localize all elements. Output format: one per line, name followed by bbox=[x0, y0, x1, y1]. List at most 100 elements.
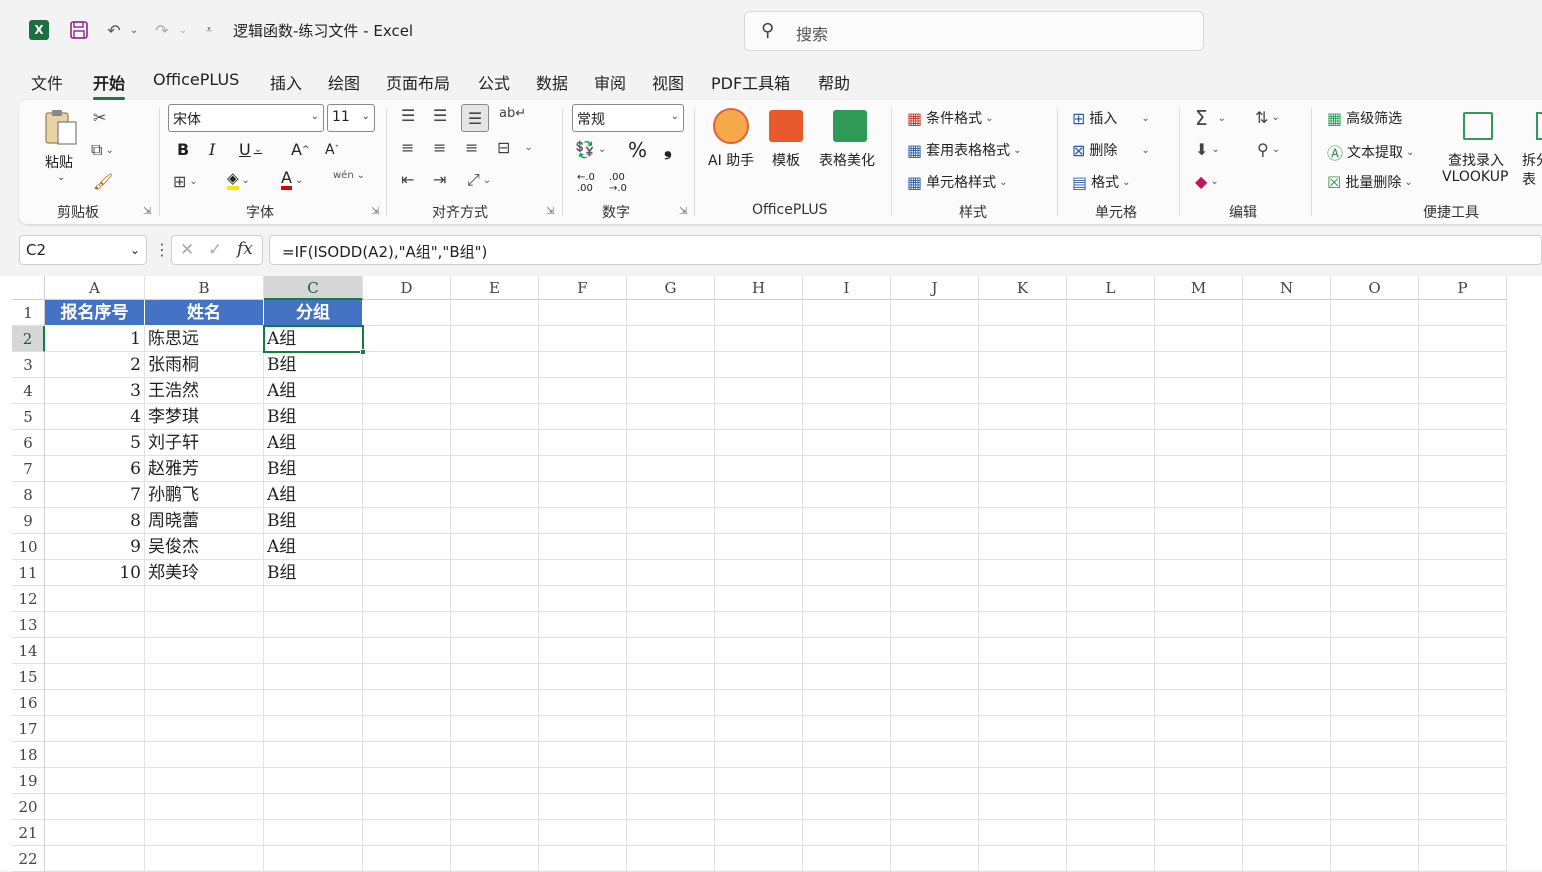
cell-f5[interactable] bbox=[539, 404, 627, 430]
cell-c6[interactable]: A组 bbox=[264, 430, 363, 456]
cell-c10[interactable]: A组 bbox=[264, 534, 363, 560]
cell-p7[interactable] bbox=[1419, 456, 1507, 482]
cell-a3[interactable]: 2 bbox=[45, 352, 145, 378]
cell-j22[interactable] bbox=[891, 846, 979, 872]
merge-center-icon[interactable]: ⊟ ⌄ bbox=[497, 138, 533, 157]
align-middle-icon[interactable]: ☰ bbox=[433, 106, 447, 125]
cell-p5[interactable] bbox=[1419, 404, 1507, 430]
cell-a22[interactable] bbox=[45, 846, 145, 872]
cell-l8[interactable] bbox=[1067, 482, 1155, 508]
cell-b17[interactable] bbox=[145, 716, 264, 742]
cell-p10[interactable] bbox=[1419, 534, 1507, 560]
formula-input[interactable]: =IF(ISODD(A2),"A组","B组") bbox=[269, 235, 1542, 265]
cell-m19[interactable] bbox=[1155, 768, 1243, 794]
cell-p21[interactable] bbox=[1419, 820, 1507, 846]
advanced-filter-button[interactable]: ▦ 高级筛选 bbox=[1327, 108, 1402, 128]
cell-j16[interactable] bbox=[891, 690, 979, 716]
cell-k9[interactable] bbox=[979, 508, 1067, 534]
cell-f20[interactable] bbox=[539, 794, 627, 820]
cell-g14[interactable] bbox=[627, 638, 715, 664]
cell-c3[interactable]: B组 bbox=[264, 352, 363, 378]
row-header-7[interactable]: 7 bbox=[12, 456, 45, 482]
cell-l1[interactable] bbox=[1067, 300, 1155, 326]
cell-p3[interactable] bbox=[1419, 352, 1507, 378]
split-label-line2[interactable]: 表 bbox=[1522, 169, 1542, 189]
cell-f1[interactable] bbox=[539, 300, 627, 326]
cell-m5[interactable] bbox=[1155, 404, 1243, 430]
cell-o15[interactable] bbox=[1331, 664, 1419, 690]
cell-l18[interactable] bbox=[1067, 742, 1155, 768]
cell-j5[interactable] bbox=[891, 404, 979, 430]
cell-e16[interactable] bbox=[451, 690, 539, 716]
cell-b10[interactable]: 吴俊杰 bbox=[145, 534, 264, 560]
cell-f10[interactable] bbox=[539, 534, 627, 560]
cell-k8[interactable] bbox=[979, 482, 1067, 508]
column-header-l[interactable]: L bbox=[1067, 276, 1155, 300]
row-header-15[interactable]: 15 bbox=[12, 664, 45, 690]
cell-g20[interactable] bbox=[627, 794, 715, 820]
row-header-13[interactable]: 13 bbox=[12, 612, 45, 638]
cell-o12[interactable] bbox=[1331, 586, 1419, 612]
tab-pdf-toolbox[interactable]: PDF工具箱 bbox=[711, 70, 790, 94]
cell-g4[interactable] bbox=[627, 378, 715, 404]
cell-a19[interactable] bbox=[45, 768, 145, 794]
cell-e12[interactable] bbox=[451, 586, 539, 612]
cell-c20[interactable] bbox=[264, 794, 363, 820]
conditional-format-button[interactable]: ▦ 条件格式 ⌄ bbox=[907, 108, 994, 128]
cell-b4[interactable]: 王浩然 bbox=[145, 378, 264, 404]
cell-g3[interactable] bbox=[627, 352, 715, 378]
bold-button[interactable]: B bbox=[177, 140, 189, 159]
cell-j7[interactable] bbox=[891, 456, 979, 482]
cell-p14[interactable] bbox=[1419, 638, 1507, 664]
cell-g21[interactable] bbox=[627, 820, 715, 846]
cell-j2[interactable] bbox=[891, 326, 979, 352]
row-header-14[interactable]: 14 bbox=[12, 638, 45, 664]
cell-a6[interactable]: 5 bbox=[45, 430, 145, 456]
tab-view[interactable]: 视图 bbox=[652, 70, 684, 94]
cell-f14[interactable] bbox=[539, 638, 627, 664]
cell-g1[interactable] bbox=[627, 300, 715, 326]
row-header-20[interactable]: 20 bbox=[12, 794, 45, 820]
cell-j14[interactable] bbox=[891, 638, 979, 664]
cell-e11[interactable] bbox=[451, 560, 539, 586]
cell-b3[interactable]: 张雨桐 bbox=[145, 352, 264, 378]
cell-l21[interactable] bbox=[1067, 820, 1155, 846]
tab-draw[interactable]: 绘图 bbox=[328, 70, 360, 94]
cell-b1[interactable]: 姓名 bbox=[145, 300, 264, 326]
cell-d4[interactable] bbox=[363, 378, 451, 404]
cell-h17[interactable] bbox=[715, 716, 803, 742]
more-options-icon[interactable]: ⋮ bbox=[154, 240, 170, 259]
cell-k21[interactable] bbox=[979, 820, 1067, 846]
cell-j10[interactable] bbox=[891, 534, 979, 560]
font-name-select[interactable]: 宋体 ⌄ bbox=[168, 104, 324, 132]
cell-i16[interactable] bbox=[803, 690, 891, 716]
tab-page-layout[interactable]: 页面布局 bbox=[386, 70, 450, 94]
paste-label[interactable]: 粘贴 bbox=[45, 152, 73, 172]
cell-m11[interactable] bbox=[1155, 560, 1243, 586]
cell-k10[interactable] bbox=[979, 534, 1067, 560]
cell-d17[interactable] bbox=[363, 716, 451, 742]
cell-m20[interactable] bbox=[1155, 794, 1243, 820]
cell-p20[interactable] bbox=[1419, 794, 1507, 820]
cell-m2[interactable] bbox=[1155, 326, 1243, 352]
cell-h10[interactable] bbox=[715, 534, 803, 560]
vlookup-label-line1[interactable]: 查找录入 bbox=[1448, 150, 1504, 170]
cell-l9[interactable] bbox=[1067, 508, 1155, 534]
fill-color-icon[interactable]: ◈ ⌄ bbox=[227, 170, 250, 190]
cell-n6[interactable] bbox=[1243, 430, 1331, 456]
cell-b16[interactable] bbox=[145, 690, 264, 716]
cell-d15[interactable] bbox=[363, 664, 451, 690]
tab-insert[interactable]: 插入 bbox=[270, 70, 302, 94]
redo-dropdown-icon[interactable]: ⌄ bbox=[177, 18, 189, 42]
row-header-16[interactable]: 16 bbox=[12, 690, 45, 716]
cell-o7[interactable] bbox=[1331, 456, 1419, 482]
cell-f19[interactable] bbox=[539, 768, 627, 794]
template-icon[interactable] bbox=[769, 110, 803, 142]
cell-n15[interactable] bbox=[1243, 664, 1331, 690]
ai-assistant-label[interactable]: AI 助手 bbox=[708, 150, 754, 170]
row-header-8[interactable]: 8 bbox=[12, 482, 45, 508]
cell-f9[interactable] bbox=[539, 508, 627, 534]
cell-g5[interactable] bbox=[627, 404, 715, 430]
cell-g7[interactable] bbox=[627, 456, 715, 482]
cell-n8[interactable] bbox=[1243, 482, 1331, 508]
